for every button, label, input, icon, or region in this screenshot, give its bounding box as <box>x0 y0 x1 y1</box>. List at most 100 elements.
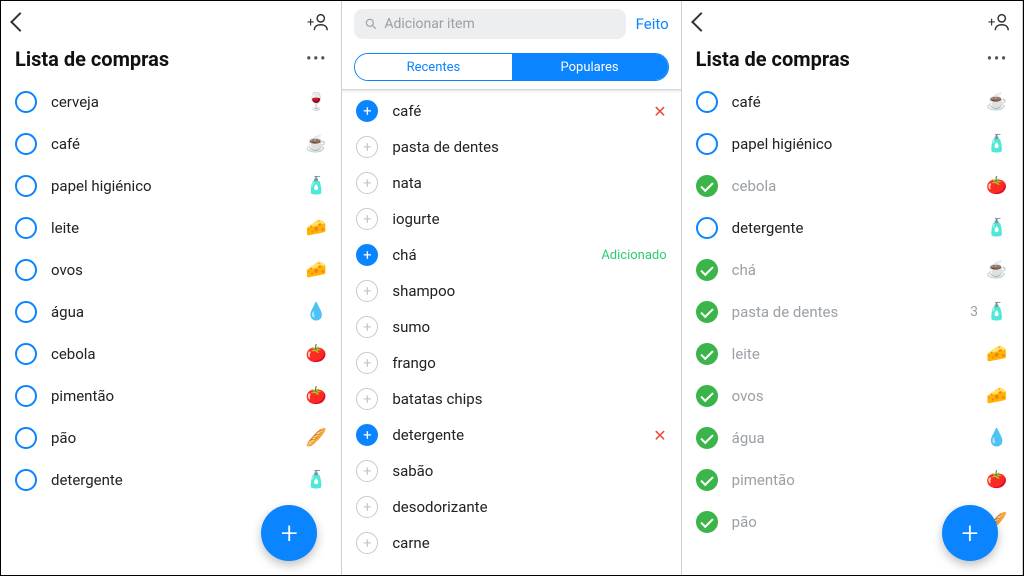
suggestion-item[interactable]: + sabão <box>342 453 680 489</box>
suggestion-item[interactable]: + shampoo <box>342 273 680 309</box>
search-placeholder: Adicionar item <box>384 16 474 32</box>
add-suggestion-button[interactable]: + <box>356 316 378 338</box>
list-item[interactable]: pão 🥖 <box>1 417 341 459</box>
suggestion-item[interactable]: + iogurte <box>342 201 680 237</box>
add-person-button[interactable]: + <box>988 11 1010 33</box>
checkbox[interactable] <box>15 133 37 155</box>
list-item[interactable]: café ☕ <box>682 81 1022 123</box>
checkbox[interactable] <box>696 259 718 281</box>
add-item-fab[interactable]: + <box>942 505 998 561</box>
list-item[interactable]: papel higiénico 🧴 <box>1 165 341 207</box>
list-item[interactable]: café ☕ <box>1 123 341 165</box>
add-item-fab[interactable]: + <box>261 505 317 561</box>
checkbox[interactable] <box>696 343 718 365</box>
checkbox[interactable] <box>696 511 718 533</box>
checkbox[interactable] <box>696 301 718 323</box>
suggestion-label: detergente <box>392 426 653 444</box>
checkbox[interactable] <box>15 469 37 491</box>
checkbox[interactable] <box>696 469 718 491</box>
back-button[interactable] <box>691 12 711 32</box>
add-suggestion-button[interactable]: + <box>356 136 378 158</box>
add-suggestion-button[interactable]: + <box>356 208 378 230</box>
item-icon: ☕ <box>305 134 327 154</box>
item-label: café <box>732 93 986 111</box>
add-suggestion-button[interactable]: + <box>356 496 378 518</box>
suggestion-item[interactable]: + carne <box>342 525 680 561</box>
suggestion-item[interactable]: + pasta de dentes <box>342 129 680 165</box>
list-item[interactable]: cebola 🍅 <box>1 333 341 375</box>
checkbox[interactable] <box>15 217 37 239</box>
add-suggestion-button[interactable]: + <box>356 280 378 302</box>
item-icon: 🍅 <box>986 470 1008 490</box>
list-item[interactable]: água 💧 <box>1 291 341 333</box>
checkbox[interactable] <box>696 133 718 155</box>
done-button[interactable]: Feito <box>636 15 669 33</box>
remove-icon[interactable]: ✕ <box>653 102 666 121</box>
item-icon: 🥖 <box>305 428 327 448</box>
checkbox[interactable] <box>15 427 37 449</box>
item-label: cerveja <box>51 93 305 111</box>
add-suggestion-button[interactable]: + <box>356 100 378 122</box>
checkbox[interactable] <box>696 427 718 449</box>
back-button[interactable] <box>10 12 30 32</box>
add-suggestion-button[interactable]: + <box>356 172 378 194</box>
more-menu[interactable]: ••• <box>987 51 1008 67</box>
add-suggestion-button[interactable]: + <box>356 352 378 374</box>
suggestion-label: iogurte <box>392 210 666 228</box>
checkbox[interactable] <box>696 217 718 239</box>
suggestion-item[interactable]: + frango <box>342 345 680 381</box>
list-item[interactable]: detergente 🧴 <box>682 207 1022 249</box>
list-item[interactable]: ovos 🧀 <box>1 249 341 291</box>
suggestion-item[interactable]: + detergente ✕ <box>342 417 680 453</box>
checkbox[interactable] <box>15 175 37 197</box>
list-item[interactable]: água 💧 <box>682 417 1022 459</box>
list-item[interactable]: pimentão 🍅 <box>1 375 341 417</box>
add-suggestion-button[interactable]: + <box>356 244 378 266</box>
suggestion-label: chá <box>392 246 601 264</box>
suggestion-item[interactable]: + batatas chips <box>342 381 680 417</box>
added-label: Adicionado <box>601 248 666 263</box>
list-item[interactable]: ovos 🧀 <box>682 375 1022 417</box>
list-item[interactable]: leite 🧀 <box>682 333 1022 375</box>
more-menu[interactable]: ••• <box>306 51 327 67</box>
item-icon: 💧 <box>305 302 327 322</box>
list-item[interactable]: cebola 🍅 <box>682 165 1022 207</box>
suggestion-item[interactable]: + café ✕ <box>342 93 680 129</box>
checkbox[interactable] <box>15 91 37 113</box>
checkbox[interactable] <box>15 301 37 323</box>
segment-popular[interactable]: Populares <box>512 54 668 80</box>
add-suggestion-button[interactable]: + <box>356 460 378 482</box>
remove-icon[interactable]: ✕ <box>653 426 666 445</box>
item-label: pimentão <box>732 471 986 489</box>
suggestion-item[interactable]: + chá Adicionado <box>342 237 680 273</box>
add-suggestion-button[interactable]: + <box>356 532 378 554</box>
search-input[interactable]: Adicionar item <box>354 9 625 39</box>
list-item[interactable]: cerveja 🍷 <box>1 81 341 123</box>
suggestion-item[interactable]: + desodorizante <box>342 489 680 525</box>
checkbox[interactable] <box>15 259 37 281</box>
list-item[interactable]: chá ☕ <box>682 249 1022 291</box>
checkbox[interactable] <box>15 343 37 365</box>
item-label: ovos <box>51 261 305 279</box>
item-icon: 🍅 <box>986 176 1008 196</box>
item-icon: ☕ <box>986 92 1008 112</box>
add-suggestion-button[interactable]: + <box>356 388 378 410</box>
list-item[interactable]: pasta de dentes 3 🧴 <box>682 291 1022 333</box>
checkbox[interactable] <box>696 91 718 113</box>
checkbox[interactable] <box>696 385 718 407</box>
checkbox[interactable] <box>15 385 37 407</box>
list-item[interactable]: pimentão 🍅 <box>682 459 1022 501</box>
add-person-icon: + <box>307 11 329 33</box>
item-label: cebola <box>732 177 986 195</box>
list-item[interactable]: detergente 🧴 <box>1 459 341 501</box>
item-qty: 3 <box>970 304 978 320</box>
add-suggestion-button[interactable]: + <box>356 424 378 446</box>
list-item[interactable]: leite 🧀 <box>1 207 341 249</box>
list-item[interactable]: papel higiénico 🧴 <box>682 123 1022 165</box>
suggestion-item[interactable]: + sumo <box>342 309 680 345</box>
segment-recent[interactable]: Recentes <box>355 54 511 80</box>
item-label: chá <box>732 261 986 279</box>
checkbox[interactable] <box>696 175 718 197</box>
add-person-button[interactable]: + <box>307 11 329 33</box>
suggestion-item[interactable]: + nata <box>342 165 680 201</box>
